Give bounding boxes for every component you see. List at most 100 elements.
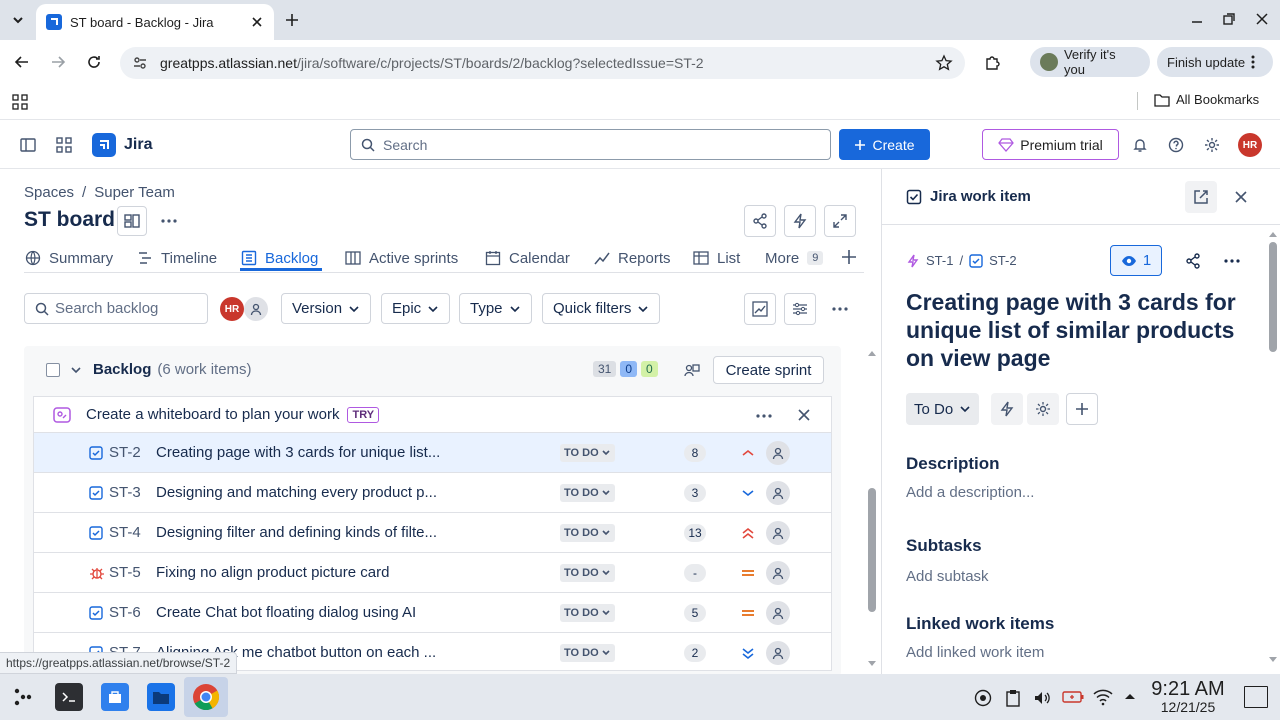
tab-summary[interactable]: Summary xyxy=(25,245,113,271)
status-dropdown[interactable]: TO DO xyxy=(560,523,615,542)
item-summary[interactable]: Creating page with 3 cards for unique li… xyxy=(156,433,440,472)
restore-icon[interactable] xyxy=(1222,12,1236,26)
backlog-more-button[interactable] xyxy=(824,293,856,325)
app-switcher-icon[interactable] xyxy=(56,137,72,153)
user-avatar[interactable]: HR xyxy=(1238,133,1262,157)
verify-identity-chip[interactable]: Verify it's you xyxy=(1030,47,1150,77)
launcher-icon[interactable] xyxy=(11,685,35,709)
board-view-button[interactable] xyxy=(117,206,147,236)
status-dropdown[interactable]: To Do xyxy=(906,393,980,425)
tab-timeline[interactable]: Timeline xyxy=(137,245,217,271)
item-key[interactable]: ST-3 xyxy=(109,473,141,512)
epic-filter[interactable]: Epic xyxy=(381,293,451,324)
add-field-button[interactable] xyxy=(1066,393,1098,425)
select-all-checkbox[interactable] xyxy=(46,363,60,377)
story-points[interactable]: 3 xyxy=(684,483,706,502)
clipboard-tray-icon[interactable] xyxy=(1005,689,1021,707)
panel-scrollbar[interactable] xyxy=(1267,227,1279,667)
backlog-scrollbar[interactable] xyxy=(866,346,878,671)
item-summary[interactable]: Designing filter and defining kinds of f… xyxy=(156,513,437,552)
store-app-icon[interactable] xyxy=(101,683,129,711)
work-item-title[interactable]: Creating page with 3 cards for unique li… xyxy=(906,288,1236,372)
story-points[interactable]: - xyxy=(684,563,706,582)
version-filter[interactable]: Version xyxy=(281,293,372,324)
show-desktop-icon[interactable] xyxy=(1244,686,1268,708)
assignee-avatar[interactable] xyxy=(766,480,790,505)
forward-icon[interactable] xyxy=(50,54,66,70)
open-in-new-tab-button[interactable] xyxy=(1185,181,1217,213)
dismiss-close-icon[interactable] xyxy=(797,408,811,422)
tab-active-sprints[interactable]: Active sprints xyxy=(345,245,458,271)
premium-trial-button[interactable]: Premium trial xyxy=(982,129,1119,160)
address-bar[interactable]: greatpps.atlassian.net/jira/software/c/p… xyxy=(120,47,965,79)
filter-avatar-hr[interactable]: HR xyxy=(220,297,244,321)
item-key[interactable]: ST-6 xyxy=(109,593,141,632)
help-icon[interactable] xyxy=(1168,137,1184,153)
share-item-button[interactable] xyxy=(1177,245,1209,276)
back-icon[interactable] xyxy=(14,54,30,70)
assignee-avatar[interactable] xyxy=(766,640,790,665)
jira-search-input[interactable]: Search xyxy=(350,129,831,160)
close-tab-icon[interactable] xyxy=(250,15,264,29)
minimize-icon[interactable] xyxy=(1190,12,1204,26)
item-key[interactable]: ST-2 xyxy=(109,433,141,472)
terminal-app-icon[interactable] xyxy=(55,683,83,711)
share-button[interactable] xyxy=(744,205,776,237)
status-dropdown[interactable]: TO DO xyxy=(560,443,615,462)
automation-button[interactable] xyxy=(784,205,816,237)
assignee-avatar[interactable] xyxy=(766,600,790,625)
sidebar-toggle-icon[interactable] xyxy=(20,137,36,153)
item-summary[interactable]: Create Chat bot floating dialog using AI xyxy=(156,593,416,632)
bookmark-star-icon[interactable] xyxy=(935,54,953,72)
volume-tray-icon[interactable] xyxy=(1033,689,1051,707)
item-summary[interactable]: Designing and matching every product p..… xyxy=(156,473,437,512)
assignee-avatar[interactable] xyxy=(766,520,790,545)
breadcrumb-spaces[interactable]: Spaces xyxy=(24,184,74,201)
breadcrumb-team[interactable]: Super Team xyxy=(94,184,175,201)
status-dropdown[interactable]: TO DO xyxy=(560,603,615,622)
item-key[interactable]: ST-5 xyxy=(109,553,141,592)
insights-button[interactable] xyxy=(744,293,776,325)
item-more-button[interactable] xyxy=(1216,245,1248,276)
automation-item-button[interactable] xyxy=(991,393,1023,425)
story-points[interactable]: 5 xyxy=(684,603,706,622)
reload-icon[interactable] xyxy=(86,54,102,70)
status-dropdown[interactable]: TO DO xyxy=(560,563,615,582)
story-points[interactable]: 13 xyxy=(684,523,706,542)
all-bookmarks-button[interactable]: All Bookmarks xyxy=(1154,92,1259,107)
add-tab-icon[interactable] xyxy=(841,249,857,265)
description-input[interactable]: Add a description... xyxy=(906,484,1034,501)
status-dropdown[interactable]: TO DO xyxy=(560,643,615,662)
new-tab-icon[interactable] xyxy=(284,12,300,28)
item-summary[interactable]: Fixing no align product picture card xyxy=(156,553,389,592)
add-subtask-button[interactable]: Add subtask xyxy=(906,568,989,585)
board-more-icon[interactable] xyxy=(160,212,178,230)
settings-gear-icon[interactable] xyxy=(1204,137,1220,153)
item-key[interactable]: ST-4 xyxy=(109,513,141,552)
whiteboard-promo[interactable]: Create a whiteboard to plan your work TR… xyxy=(33,396,832,433)
item-key-link[interactable]: ST-2 xyxy=(989,253,1016,268)
create-sprint-button[interactable]: Create sprint xyxy=(713,356,824,384)
tab-search-icon[interactable] xyxy=(10,12,26,28)
quick-filters[interactable]: Quick filters xyxy=(542,293,661,324)
notifications-bell-icon[interactable] xyxy=(1132,137,1148,153)
backlog-item-row[interactable]: ST-2 Creating page with 3 cards for uniqu… xyxy=(33,433,832,473)
close-window-icon[interactable] xyxy=(1255,12,1269,26)
apps-grid-icon[interactable] xyxy=(12,94,28,110)
jira-logo[interactable]: Jira xyxy=(92,133,152,157)
battery-tray-icon[interactable] xyxy=(1062,690,1084,704)
tray-expand-icon[interactable] xyxy=(1123,691,1137,701)
assignee-avatar[interactable] xyxy=(766,440,790,465)
search-backlog-input[interactable]: Search backlog xyxy=(24,293,208,324)
group-icon[interactable] xyxy=(683,361,701,379)
watchers-button[interactable]: 1 xyxy=(1110,245,1162,276)
whiteboard-more-icon[interactable] xyxy=(755,407,773,425)
backlog-item-row[interactable]: ST-6 Create Chat bot floating dialog usin… xyxy=(33,593,832,633)
chrome-app-icon[interactable] xyxy=(184,677,228,717)
story-points[interactable]: 8 xyxy=(684,443,706,462)
site-info-icon[interactable] xyxy=(132,55,148,71)
extensions-icon[interactable] xyxy=(984,53,1002,71)
filter-avatar-unassigned[interactable] xyxy=(244,297,268,321)
collapse-chevron-icon[interactable] xyxy=(70,364,82,376)
assignee-avatar[interactable] xyxy=(766,560,790,585)
